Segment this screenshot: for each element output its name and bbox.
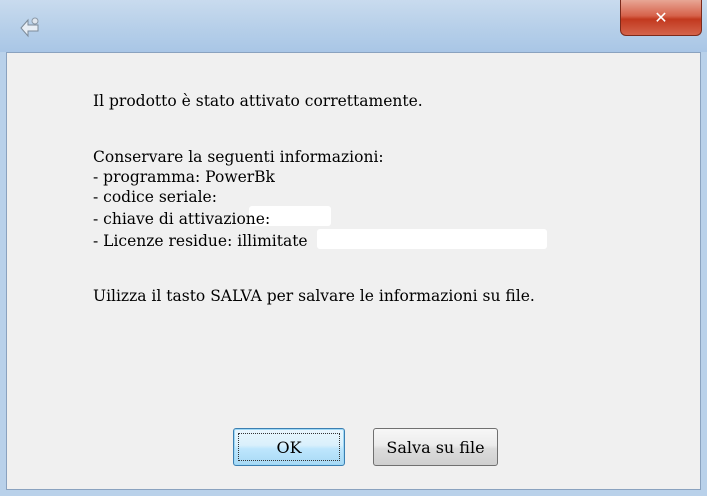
save-to-file-button[interactable]: Salva su file [373,428,498,466]
activation-key-line: - chiave di attivazione: [93,210,271,228]
close-button[interactable]: ✕ [620,0,702,36]
save-button-label: Salva su file [386,437,485,457]
licenses-line: - Licenze residue: illimitate [93,232,308,250]
title-bar[interactable]: ✕ [0,0,707,52]
program-line: - programma: PowerBk [93,168,275,186]
activation-key-redaction [317,229,547,249]
success-message: Il prodotto è stato attivato correttamen… [93,92,423,110]
keep-info-heading: Conservare la seguenti informazioni: [93,148,384,166]
serial-line: - codice seriale: [93,188,217,206]
focus-rectangle [238,433,340,461]
ok-button[interactable]: OK [233,428,345,466]
app-icon [20,17,39,38]
close-icon: ✕ [654,8,668,27]
dialog-content [6,52,701,490]
save-hint: Uilizza il tasto SALVA per salvare le in… [93,287,535,305]
